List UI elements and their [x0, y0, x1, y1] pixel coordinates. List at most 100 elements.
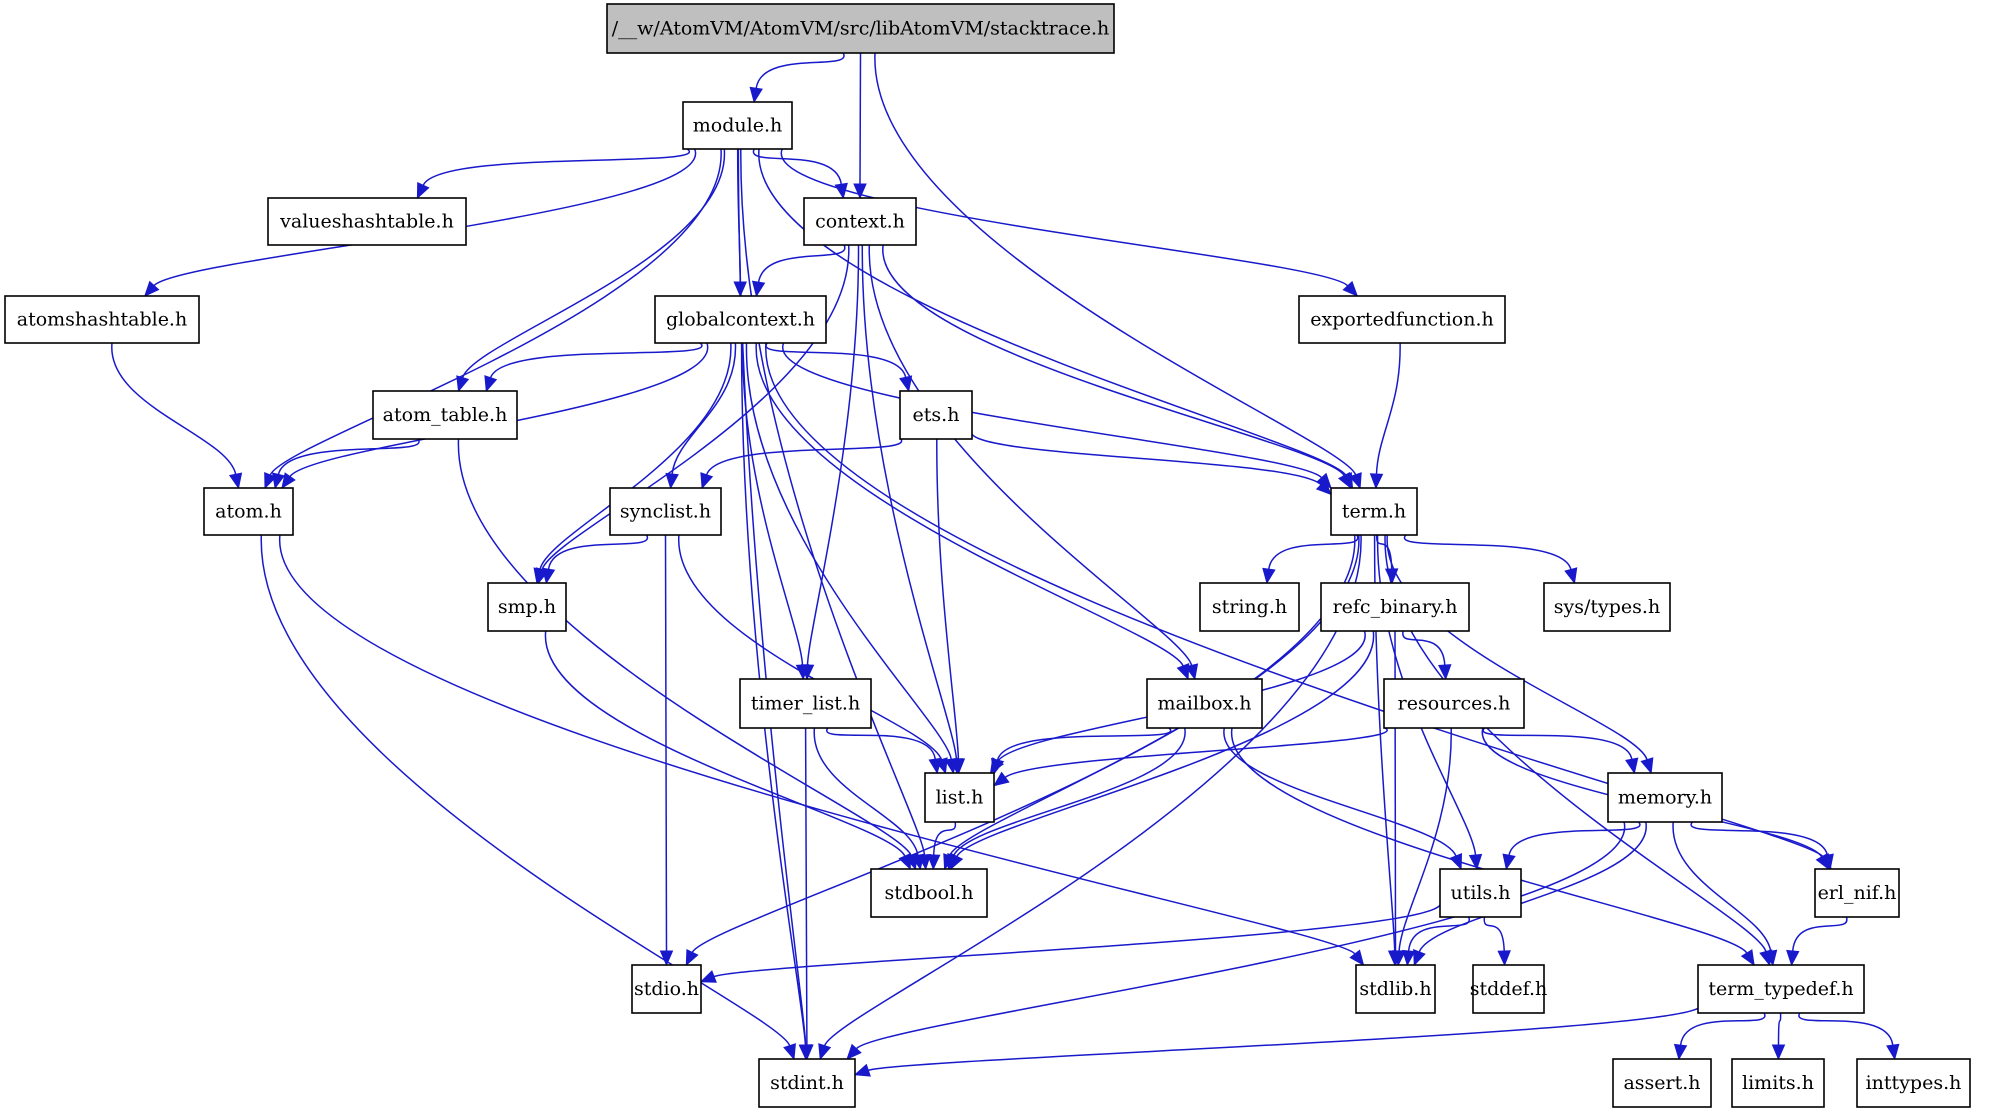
node-label: utils.h: [1450, 882, 1510, 904]
edge-globalcontext-to-term: [782, 342, 1332, 489]
edge-line: [279, 534, 1356, 955]
edge-line: [1375, 342, 1401, 475]
edge-line: [1777, 1012, 1782, 1046]
include-node-synclist[interactable]: synclist.h: [609, 487, 722, 536]
edge-line: [705, 437, 903, 476]
edge-exportedfunction-to-term: [1369, 342, 1401, 490]
edge-timer_list-to-list: [826, 727, 942, 775]
arrowhead-icon: [899, 375, 913, 393]
node-label: valueshashtable.h: [279, 211, 454, 233]
edge-smp-to-stdbool: [544, 630, 911, 871]
include-node-systypes[interactable]: sys/types.h: [1543, 582, 1671, 632]
node-label: limits.h: [1742, 1072, 1814, 1094]
edge-line: [1402, 630, 1446, 666]
edge-mailbox-to-list: [990, 727, 1172, 775]
edge-erl_nif-to-term_typedef: [1786, 916, 1848, 967]
include-node-stdlib[interactable]: stdlib.h: [1355, 964, 1436, 1014]
include-node-stdio[interactable]: stdio.h: [631, 964, 702, 1014]
arrowhead-icon: [1502, 853, 1516, 871]
include-node-assert[interactable]: assert.h: [1612, 1058, 1712, 1108]
node-label: atom_table.h: [383, 404, 508, 426]
include-node-timer-list[interactable]: timer_list.h: [739, 678, 872, 729]
edge-timer_list-to-stdbool: [813, 727, 925, 871]
node-label: sys/types.h: [1554, 596, 1660, 618]
edge-synclist-to-stdio: [659, 534, 674, 967]
include-node-memory[interactable]: memory.h: [1607, 772, 1723, 823]
arrowhead-icon: [699, 970, 717, 983]
edge-context-to-term: [882, 244, 1352, 490]
node-label: list.h: [936, 787, 984, 809]
include-node-list[interactable]: list.h: [924, 772, 995, 823]
edge-resources-to-list: [992, 726, 1388, 787]
edge-utils-to-stdio: [699, 901, 1441, 983]
arrowhead-icon: [1740, 949, 1755, 967]
edge-ets-to-list: [936, 438, 966, 775]
edge-line: [713, 901, 1441, 978]
node-label: memory.h: [1618, 787, 1712, 809]
include-node-module[interactable]: module.h: [682, 101, 793, 150]
include-node-term-typedef[interactable]: term_typedef.h: [1697, 964, 1865, 1014]
edge-globalcontext-to-synclist: [665, 342, 737, 490]
include-node-resources[interactable]: resources.h: [1383, 678, 1525, 729]
arrowhead-icon: [484, 375, 498, 393]
include-node-erl-nif[interactable]: erl_nif.h: [1814, 868, 1900, 918]
arrowhead-icon: [1337, 472, 1352, 490]
arrowhead-icon: [1640, 757, 1654, 775]
edge-resources-to-memory: [1482, 727, 1639, 775]
edge-line: [826, 727, 937, 760]
arrowhead-icon: [1625, 757, 1639, 775]
include-node-atom[interactable]: atom.h: [203, 487, 294, 536]
include-node-utils[interactable]: utils.h: [1439, 868, 1522, 918]
edge-line: [1403, 534, 1572, 570]
edge-globalcontext-to-ets: [765, 342, 913, 393]
include-node-stdbool[interactable]: stdbool.h: [870, 868, 988, 918]
nodes-layer: /__w/AtomVM/AtomVM/src/libAtomVM/stacktr…: [4, 3, 1971, 1108]
arrowhead-icon: [1886, 1043, 1900, 1061]
edge-stacktrace-to-module: [749, 52, 845, 104]
include-node-string[interactable]: string.h: [1199, 582, 1300, 632]
node-label: ets.h: [913, 404, 960, 426]
edge-resources-to-stdlib: [1392, 727, 1452, 967]
edge-line: [868, 1002, 1701, 1072]
include-node-inttypes[interactable]: inttypes.h: [1856, 1058, 1971, 1108]
include-node-mailbox[interactable]: mailbox.h: [1146, 678, 1263, 729]
include-node-globalcontext[interactable]: globalcontext.h: [654, 295, 827, 344]
include-node-atom-table[interactable]: atom_table.h: [372, 390, 518, 440]
edge-utils-to-stddef: [1483, 916, 1511, 967]
edge-line: [859, 52, 862, 185]
include-node-context[interactable]: context.h: [803, 197, 917, 246]
edge-line: [861, 244, 958, 760]
include-node-atomshashtable[interactable]: atomshashtable.h: [4, 295, 200, 344]
edge-module-to-valueshashtable: [416, 148, 691, 200]
arrowhead-icon: [685, 949, 699, 967]
node-label: assert.h: [1623, 1072, 1700, 1094]
edge-line: [1679, 1012, 1766, 1046]
arrowhead-icon: [541, 567, 556, 585]
include-node-stdint[interactable]: stdint.h: [758, 1058, 856, 1108]
edge-line: [1791, 916, 1848, 952]
node-label: mailbox.h: [1157, 693, 1251, 715]
node-label: synclist.h: [620, 501, 711, 523]
arrowhead-icon: [1497, 950, 1511, 967]
node-label: timer_list.h: [751, 693, 860, 715]
include-node-refc-binary[interactable]: refc_binary.h: [1320, 582, 1470, 632]
node-label: term.h: [1342, 501, 1406, 523]
include-node-stddef[interactable]: stddef.h: [1470, 964, 1548, 1014]
include-node-ets[interactable]: ets.h: [899, 390, 973, 440]
include-node-valueshashtable[interactable]: valueshashtable.h: [267, 197, 467, 246]
arrowhead-icon: [1262, 567, 1276, 585]
edge-term_typedef-to-limits: [1771, 1012, 1786, 1061]
include-node-smp[interactable]: smp.h: [487, 582, 567, 632]
include-node-exportedfunction[interactable]: exportedfunction.h: [1298, 295, 1506, 344]
edge-memory-to-erl_nif: [1690, 821, 1834, 871]
edge-line: [1231, 727, 1748, 954]
include-node-limits[interactable]: limits.h: [1731, 1058, 1825, 1108]
include-node-term[interactable]: term.h: [1330, 487, 1418, 536]
edge-stacktrace-to-context: [853, 52, 867, 200]
arrowhead-icon: [700, 472, 714, 490]
edge-term-to-string: [1262, 534, 1359, 585]
node-label: smp.h: [498, 596, 556, 618]
edge-ets-to-term: [970, 428, 1332, 496]
arrowhead-icon: [228, 472, 243, 490]
arrowhead-icon: [853, 1063, 871, 1077]
